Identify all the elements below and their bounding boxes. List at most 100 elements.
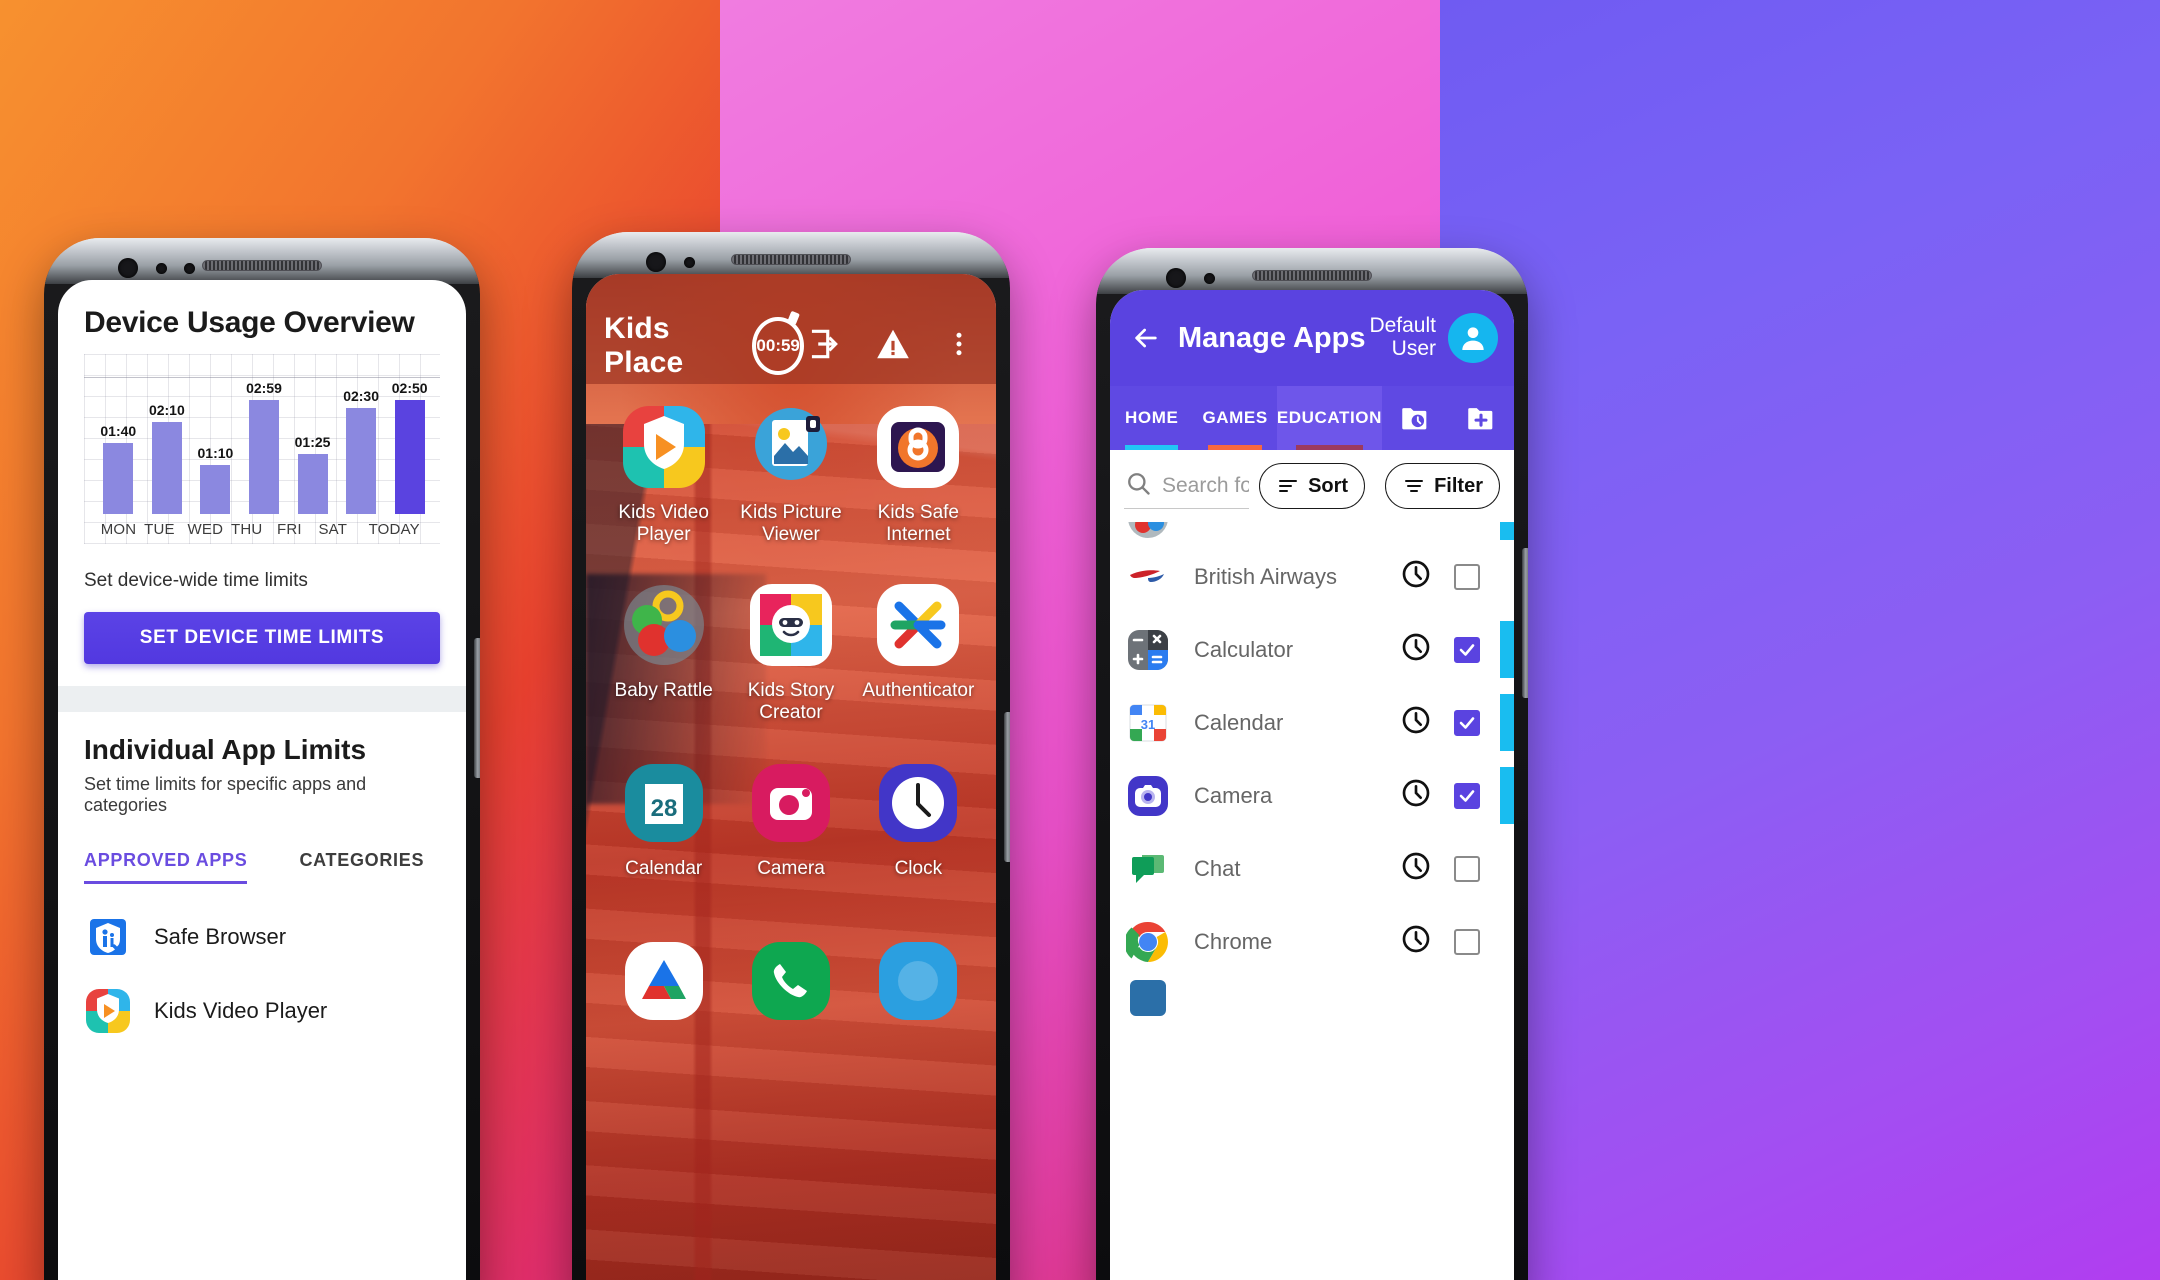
baby-rattle-icon (621, 582, 707, 668)
power-button-1[interactable] (474, 638, 480, 778)
list-item[interactable]: Safe Browser (84, 900, 440, 974)
phone-shell-2: Kids Place 00:59 Kids Video Player Kids … (572, 232, 1010, 1280)
app-tile[interactable]: Clock (855, 760, 982, 938)
power-button-3[interactable] (1522, 548, 1528, 698)
session-timer-icon[interactable]: 00:59 (752, 317, 804, 375)
app-tile[interactable]: Kids Story Creator (727, 582, 854, 760)
app-tile[interactable]: Authenticator (855, 582, 982, 760)
drive-icon (621, 938, 707, 1024)
set-device-time-limits-button[interactable]: SET DEVICE TIME LIMITS (84, 612, 440, 664)
back-arrow-icon[interactable] (1126, 318, 1166, 358)
clock-icon[interactable] (1400, 777, 1432, 814)
phone-top-edge-1 (44, 238, 480, 284)
list-item-label: Safe Browser (154, 924, 287, 949)
row-checkbox[interactable] (1454, 782, 1480, 809)
phone-device-usage: Device Usage Overview 01:40 02:10 01:10 02:… (44, 238, 480, 1280)
filter-button-label: Filter (1434, 474, 1483, 497)
chart-bars: 01:40 02:10 01:10 02:59 01:25 02:30 02:50 (94, 380, 434, 514)
chart-bar (297, 454, 328, 514)
tab-approved-apps[interactable]: APPROVED APPS (84, 850, 248, 884)
tab-label: EDUCATION (1276, 408, 1383, 427)
row-checkbox[interactable] (1454, 563, 1480, 590)
exit-icon[interactable] (804, 325, 842, 368)
power-button-2[interactable] (1004, 712, 1010, 862)
chart-bar (200, 464, 231, 514)
app-tile[interactable]: Kids Safe Internet (855, 404, 982, 582)
user-name-line2: User (1391, 337, 1436, 360)
messages-icon (875, 938, 961, 1024)
warning-icon[interactable] (874, 325, 912, 368)
app-tile-label: Authenticator (862, 680, 975, 701)
table-row[interactable]: Chrome (1110, 905, 1514, 978)
svg-text:31: 31 (1141, 717, 1155, 732)
table-cell-name: Chrome (1194, 928, 1273, 954)
calendar-icon: 28 (621, 760, 707, 846)
search-field[interactable] (1124, 463, 1250, 509)
appbar-actions (804, 325, 978, 368)
sort-button[interactable]: Sort (1259, 463, 1366, 509)
app-tile-label: Camera (757, 858, 825, 879)
tab-categories[interactable]: CATEGORIES (299, 850, 424, 884)
kids-safe-internet-icon (875, 404, 961, 490)
clock-icon[interactable] (1400, 631, 1432, 668)
search-toolbar: Sort Filter (1110, 450, 1514, 522)
chart-bar (248, 400, 279, 514)
current-user[interactable]: Default User (1369, 313, 1498, 363)
app-tile[interactable]: Baby Rattle (600, 582, 727, 760)
add-folder-icon[interactable] (1448, 386, 1514, 450)
user-avatar-icon[interactable] (1448, 313, 1498, 363)
individual-app-limits-card: Individual App Limits Set time limits fo… (58, 734, 466, 1048)
app-tile[interactable]: Kids Picture Viewer (727, 404, 854, 582)
row-checkbox[interactable] (1454, 709, 1480, 736)
app-tile[interactable] (600, 938, 727, 1116)
app-tile[interactable]: Camera (727, 760, 854, 938)
clock-icon[interactable] (1400, 850, 1432, 887)
list-item-label: Kids Video Player (154, 998, 328, 1023)
calculator-icon (1126, 628, 1170, 672)
kids-video-player-icon (621, 404, 707, 490)
sort-button-label: Sort (1308, 474, 1349, 497)
row-checkbox[interactable] (1454, 855, 1480, 882)
app-tile[interactable]: Kids Video Player (600, 404, 727, 582)
phone-kids-place: Kids Place 00:59 Kids Video Player Kids … (572, 232, 1010, 1280)
search-input[interactable] (1162, 473, 1250, 498)
app-tile[interactable] (855, 938, 982, 1116)
recent-apps-folder-icon[interactable] (1382, 386, 1448, 450)
table-cell-name: Camera (1194, 782, 1273, 808)
table-cell-name: Calendar (1194, 709, 1284, 735)
chart-bar-value: 01:40 (100, 423, 137, 440)
background-panel-right (1440, 0, 2160, 1280)
app-limit-tabs: APPROVED APPS CATEGORIES (84, 850, 440, 884)
table-row[interactable]: Calculator (1110, 613, 1514, 686)
kids-picture-viewer-icon (748, 404, 834, 490)
search-icon (1124, 469, 1152, 502)
table-row[interactable]: Chat (1110, 832, 1514, 905)
tab-games[interactable]: GAMES (1193, 386, 1276, 450)
table-row[interactable]: British Airways (1110, 540, 1514, 613)
list-item[interactable]: Kids Video Player (84, 974, 440, 1048)
chart-bar-value: 02:10 (148, 402, 185, 419)
table-row[interactable]: 31 Calendar (1110, 686, 1514, 759)
table-row[interactable]: Camera (1110, 759, 1514, 832)
chart-bar-mon: 01:40 (100, 380, 136, 514)
filter-button[interactable]: Filter (1385, 463, 1500, 509)
app-list[interactable]: British Airways Calculator 31 Calendar C… (1110, 522, 1514, 1280)
overflow-menu-icon[interactable] (944, 325, 974, 368)
tab-home[interactable]: HOME (1110, 386, 1193, 450)
clock-icon[interactable] (1400, 558, 1432, 595)
app-tile[interactable]: 28 Calendar (600, 760, 727, 938)
chart-x-label: TUE (144, 521, 175, 538)
british-airways-icon (1126, 555, 1170, 599)
app-tile[interactable] (727, 938, 854, 1116)
phone-manage-apps: Manage Apps Default User HOME GAMES EDUC… (1096, 248, 1528, 1280)
row-checkbox[interactable] (1454, 928, 1480, 955)
clock-icon (875, 760, 961, 846)
chart-bar (151, 422, 182, 514)
row-checkbox[interactable] (1454, 636, 1480, 663)
clock-icon[interactable] (1400, 923, 1432, 960)
screenshot-stage: Device Usage Overview 01:40 02:10 01:10 02:… (0, 0, 2160, 1280)
clock-icon[interactable] (1400, 704, 1432, 741)
tab-education[interactable]: EDUCATION (1276, 386, 1383, 450)
app-tile-label: Kids Video Player (618, 502, 709, 545)
google-calendar-icon: 31 (1126, 701, 1170, 745)
